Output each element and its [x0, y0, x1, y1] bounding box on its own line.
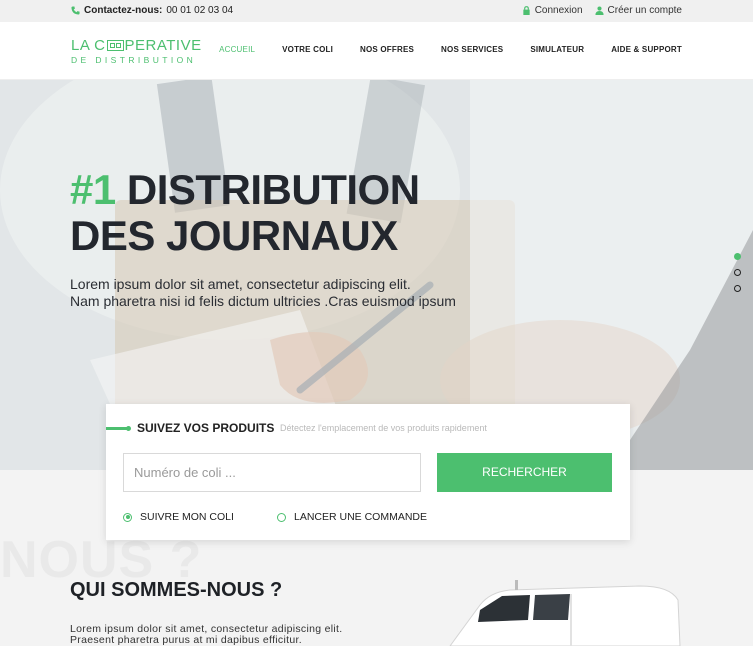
radio-track-label: SUIVRE MON COLI [140, 511, 234, 523]
slider-dots [734, 253, 741, 301]
hero-title-line2: DES JOURNAUX [70, 212, 398, 259]
nav-item-votre-coli[interactable]: VOTRE COLI [282, 45, 333, 54]
delivery-van-image [449, 580, 681, 646]
logo-box-icon [106, 40, 124, 51]
signup-link[interactable]: Créer un compte [594, 5, 682, 16]
nav-item-aide-support[interactable]: AIDE & SUPPORT [611, 45, 682, 54]
lock-icon [523, 6, 530, 15]
about-text: Lorem ipsum dolor sit amet, consectetur … [70, 624, 342, 646]
user-icon [594, 6, 604, 15]
hero-subtitle-line2: Nam pharetra nisi id felis dictum ultric… [70, 293, 456, 309]
slider-dot-1[interactable] [734, 253, 741, 260]
nav-item-nos-services[interactable]: NOS SERVICES [441, 45, 503, 54]
logo-text-a: LA C [71, 37, 106, 54]
login-label: Connexion [534, 5, 583, 16]
hero-number: #1 [70, 166, 116, 213]
hero-subtitle: Lorem ipsum dolor sit amet, consectetur … [70, 276, 456, 310]
main-nav: ACCUEIL VOTRE COLI NOS OFFRES NOS SERVIC… [219, 45, 682, 54]
login-link[interactable]: Connexion [522, 5, 583, 16]
radio-order-label: LANCER UNE COMMANDE [294, 511, 428, 523]
radio-unchecked-icon [277, 512, 286, 522]
nav-item-simulateur[interactable]: SIMULATEUR [530, 45, 584, 54]
slider-dot-3[interactable] [734, 285, 741, 292]
hero-title-line1: DISTRIBUTION [126, 166, 420, 213]
contact-label: Contactez-nous: [84, 5, 163, 16]
signup-label: Créer un compte [607, 5, 682, 16]
about-title: QUI SOMMES-NOUS ? [70, 579, 283, 601]
card-accent-bar [106, 426, 131, 431]
nav-item-nos-offres[interactable]: NOS OFFRES [360, 45, 414, 54]
logo-tagline: DE DISTRIBUTION [71, 55, 197, 65]
about-text-line2: Praesent pharetra purus at mi dapibus ef… [70, 634, 302, 646]
radio-place-order[interactable]: LANCER UNE COMMANDE [277, 511, 427, 523]
tracking-card: SUIVEZ VOS PRODUITS Détectez l'emplaceme… [106, 404, 630, 540]
tracking-hint: Détectez l'emplacement de vos produits r… [280, 423, 487, 433]
phone-icon [71, 6, 80, 15]
top-bar: Contactez-nous: 00 01 02 03 04 Connexion… [0, 0, 753, 22]
radio-checked-icon [123, 512, 132, 522]
logo-text-b: PERATIVE [124, 37, 202, 54]
phone-number[interactable]: 00 01 02 03 04 [166, 5, 233, 16]
contact-info: Contactez-nous: 00 01 02 03 04 [71, 5, 233, 16]
hero-subtitle-line1: Lorem ipsum dolor sit amet, consectetur … [70, 276, 411, 292]
header: LA C PERATIVE DE DISTRIBUTION ACCUEIL VO… [0, 22, 753, 80]
nav-item-accueil[interactable]: ACCUEIL [219, 45, 255, 54]
radio-track-parcel[interactable]: SUIVRE MON COLI [123, 511, 234, 523]
search-button[interactable]: RECHERCHER [437, 453, 612, 492]
parcel-number-input[interactable]: Numéro de coli ... [123, 453, 421, 492]
tracking-title: SUIVEZ VOS PRODUITS [137, 421, 275, 435]
logo[interactable]: LA C PERATIVE DE DISTRIBUTION [71, 37, 202, 65]
hero-title: #1 DISTRIBUTION DES JOURNAUX [70, 167, 420, 259]
slider-dot-2[interactable] [734, 269, 741, 276]
